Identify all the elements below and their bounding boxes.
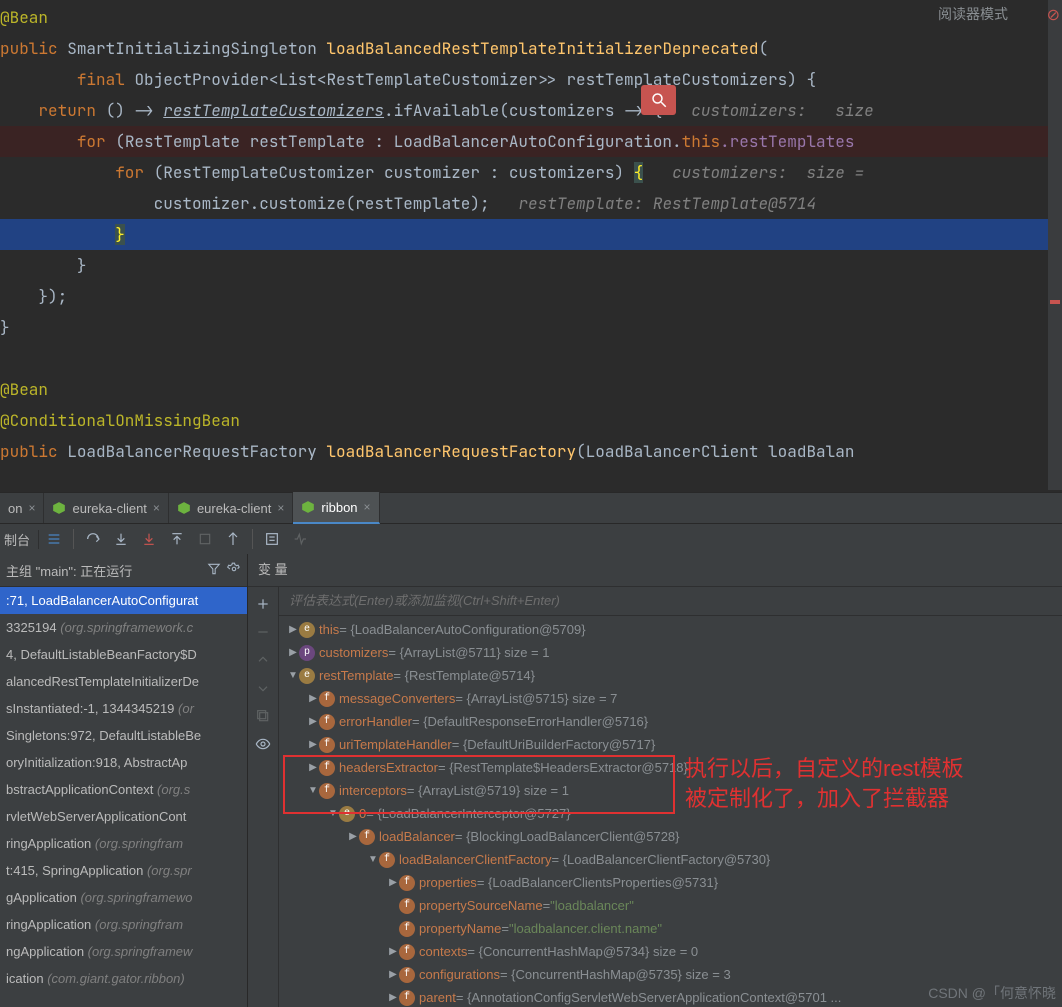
frames-settings-icon[interactable] xyxy=(227,562,241,579)
tab-on[interactable]: on× xyxy=(0,493,44,523)
variable-node[interactable]: ▶ethis = {LoadBalancerAutoConfiguration@… xyxy=(279,618,1062,641)
variable-node[interactable]: ▼finterceptors = {ArrayList@5719} size =… xyxy=(279,779,1062,802)
variable-node[interactable]: ▼e0 = {LoadBalancerInterceptor@5727} xyxy=(279,802,1062,825)
error-stripe[interactable]: ⊘ xyxy=(1048,0,1062,490)
tab-eureka-client-1[interactable]: eureka-client× xyxy=(44,493,168,523)
frame-row[interactable]: t:415, SpringApplication (org.spr xyxy=(0,857,247,884)
show-watches-icon[interactable] xyxy=(250,731,276,757)
close-icon[interactable]: × xyxy=(364,500,371,514)
reader-mode-label[interactable]: 阅读器模式 xyxy=(938,4,1008,24)
annotation-conditional: @ConditionalOnMissingBean xyxy=(0,410,240,431)
frames-list[interactable]: :71, LoadBalancerAutoConfigurat 3325194 … xyxy=(0,587,247,1007)
frame-row[interactable]: oryInitialization:918, AbstractAp xyxy=(0,749,247,776)
debug-toolbar: 制台 xyxy=(0,524,1062,554)
filter-icon[interactable] xyxy=(207,562,221,579)
error-indicator-icon: ⊘ xyxy=(1047,4,1060,25)
variable-node[interactable]: ▶furiTemplateHandler = {DefaultUriBuilde… xyxy=(279,733,1062,756)
spring-boot-icon xyxy=(52,501,66,515)
frame-row[interactable]: alancedRestTemplateInitializerDe xyxy=(0,668,247,695)
frame-row[interactable]: :71, LoadBalancerAutoConfigurat xyxy=(0,587,247,614)
thread-selector[interactable]: "main": 正在运行 xyxy=(36,564,133,579)
copy-watch-icon[interactable] xyxy=(250,703,276,729)
spring-boot-icon xyxy=(301,500,315,514)
annotation-bean: @Bean xyxy=(0,379,48,400)
remove-watch-icon[interactable] xyxy=(250,619,276,645)
variable-node[interactable]: ▼erestTemplate = {RestTemplate@5714} xyxy=(279,664,1062,687)
annotation-bean: @Bean xyxy=(0,7,48,28)
variable-node[interactable]: ▶ferrorHandler = {DefaultResponseErrorHa… xyxy=(279,710,1062,733)
watch-down-icon[interactable] xyxy=(250,675,276,701)
variable-node[interactable]: fpropertyName = "loadbalancer.client.nam… xyxy=(279,917,1062,940)
thread-group-prefix: 主组 xyxy=(6,564,32,579)
inline-hint: customizers: size = xyxy=(672,162,864,183)
force-step-into-icon[interactable] xyxy=(136,527,162,551)
variable-node[interactable]: ▶floadBalancer = {BlockingLoadBalancerCl… xyxy=(279,825,1062,848)
close-icon[interactable]: × xyxy=(28,501,35,515)
frame-row[interactable]: 4, DefaultListableBeanFactory$D xyxy=(0,641,247,668)
frame-row[interactable]: Singletons:972, DefaultListableBe xyxy=(0,722,247,749)
frame-row[interactable]: ngApplication (org.springframew xyxy=(0,938,247,965)
frame-row[interactable]: 3325194 (org.springframework.c xyxy=(0,614,247,641)
variable-node[interactable]: ▼floadBalancerClientFactory = {LoadBalan… xyxy=(279,848,1062,871)
variable-node[interactable]: ▶pcustomizers = {ArrayList@5711} size = … xyxy=(279,641,1062,664)
variable-node[interactable]: ▶fcontexts = {ConcurrentHashMap@5734} si… xyxy=(279,940,1062,963)
tab-eureka-client-2[interactable]: eureka-client× xyxy=(169,493,293,523)
frames-panel: 主组 "main": 正在运行 :71, LoadBalancerAutoCon… xyxy=(0,554,248,1007)
caret-line: } xyxy=(0,219,1062,250)
variables-tree[interactable]: ▶ethis = {LoadBalancerAutoConfiguration@… xyxy=(279,616,1062,1007)
frame-row[interactable]: sInstantiated:-1, 1344345219 (or xyxy=(0,695,247,722)
variable-node[interactable]: ▶fmessageConverters = {ArrayList@5715} s… xyxy=(279,687,1062,710)
variables-side-tools xyxy=(248,587,279,1007)
watermark: CSDN @「何意怀晓 xyxy=(928,983,1056,1003)
frame-row[interactable]: ringApplication (org.springfram xyxy=(0,911,247,938)
close-icon[interactable]: × xyxy=(277,501,284,515)
console-tab-label[interactable]: 制台 xyxy=(4,530,39,549)
variable-node[interactable]: ▶fproperties = {LoadBalancerClientsPrope… xyxy=(279,871,1062,894)
trace-current-stream-chain-icon[interactable] xyxy=(287,527,313,551)
evaluate-expression-icon[interactable] xyxy=(259,527,285,551)
frame-row[interactable]: ringApplication (org.springfram xyxy=(0,830,247,857)
step-over-icon[interactable] xyxy=(80,527,106,551)
frame-row[interactable]: bstractApplicationContext (org.s xyxy=(0,776,247,803)
run-config-tabs: on× eureka-client× eureka-client× ribbon… xyxy=(0,492,1062,524)
variable-node[interactable]: fpropertySourceName = "loadbalancer" xyxy=(279,894,1062,917)
watch-up-icon[interactable] xyxy=(250,647,276,673)
close-icon[interactable]: × xyxy=(153,501,160,515)
find-in-file-icon[interactable] xyxy=(641,85,676,115)
inline-hint: customizers: size xyxy=(691,100,873,121)
step-into-icon[interactable] xyxy=(108,527,134,551)
frame-row[interactable]: gApplication (org.springframewo xyxy=(0,884,247,911)
frame-row[interactable]: rvletWebServerApplicationCont xyxy=(0,803,247,830)
code-editor[interactable]: 阅读器模式 ⊘ @Bean public SmartInitializingSi… xyxy=(0,0,1062,492)
variables-title: 变 量 xyxy=(248,554,1062,587)
evaluate-expression-input[interactable]: 评估表达式(Enter)或添加监视(Ctrl+Shift+Enter) xyxy=(279,587,1062,616)
tab-ribbon[interactable]: ribbon× xyxy=(293,492,379,524)
step-out-icon[interactable] xyxy=(164,527,190,551)
stack-icon[interactable] xyxy=(41,527,67,551)
new-watch-icon[interactable] xyxy=(250,591,276,617)
run-to-cursor-icon[interactable] xyxy=(220,527,246,551)
variables-panel: 变 量 评估表达式(Enter)或添加监视(Ctrl+Shift+Enter) … xyxy=(248,554,1062,1007)
spring-boot-icon xyxy=(177,501,191,515)
variable-node[interactable]: ▶fheadersExtractor = {RestTemplate$Heade… xyxy=(279,756,1062,779)
inline-hint: restTemplate: RestTemplate@5714 xyxy=(518,193,816,214)
frame-row[interactable]: ication (com.giant.gator.ribbon) xyxy=(0,965,247,992)
debugger-panel: 主组 "main": 正在运行 :71, LoadBalancerAutoCon… xyxy=(0,554,1062,1007)
drop-frame-icon[interactable] xyxy=(192,527,218,551)
